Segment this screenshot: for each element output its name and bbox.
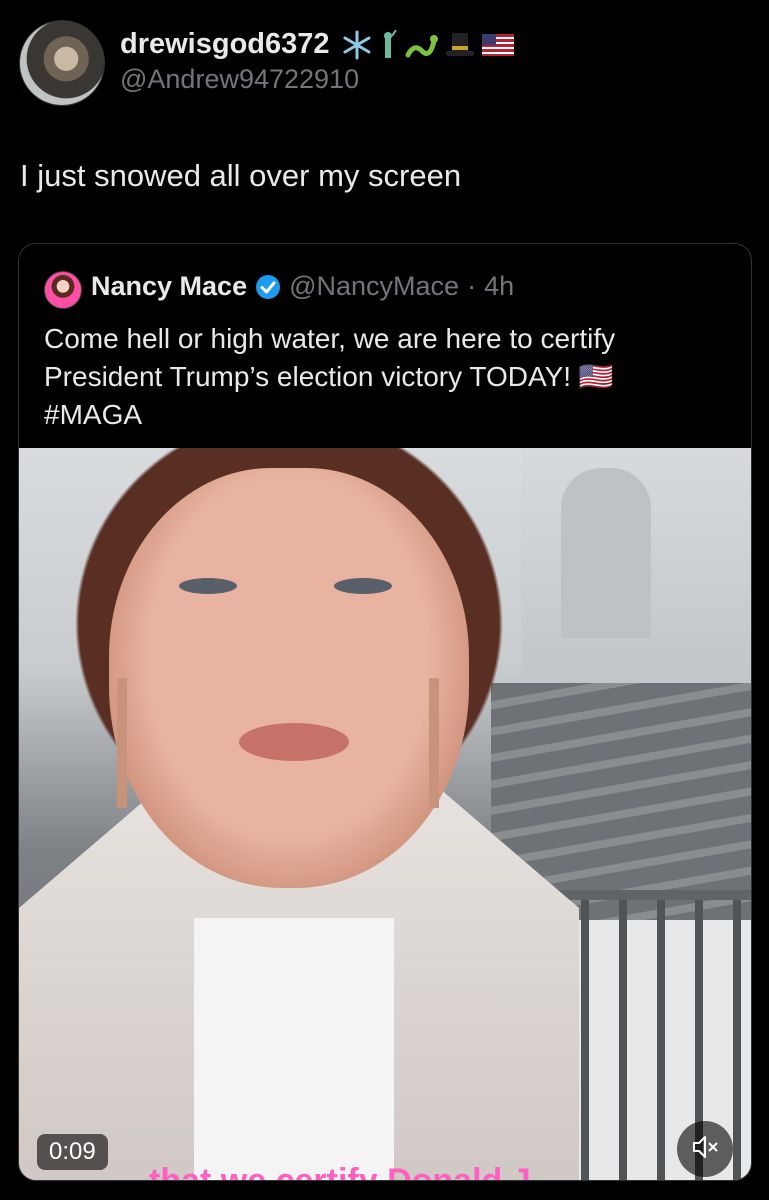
video-timer: 0:09: [37, 1134, 108, 1170]
quoted-text-line-1: Come hell or high water, we are here to …: [44, 323, 616, 354]
snowflake-icon: [342, 30, 372, 60]
mute-button[interactable]: [677, 1121, 733, 1177]
us-flag-icon: [481, 33, 514, 56]
quoted-tweet-time[interactable]: 4h: [484, 271, 514, 302]
author-avatar[interactable]: [19, 20, 105, 106]
verified-badge-icon: [255, 274, 281, 300]
video-capitol-building: [561, 468, 651, 638]
video-right-eye: [334, 578, 392, 594]
quoted-author-name[interactable]: Nancy Mace: [91, 271, 247, 302]
statue-of-liberty-icon: [378, 29, 398, 60]
snake-icon: [404, 31, 438, 59]
author-handle[interactable]: @Andrew94722910: [120, 64, 359, 95]
video-right-earring: [429, 678, 439, 808]
video-player[interactable]: 0:09 that we certify Donald J: [19, 448, 751, 1180]
video-left-earring: [117, 678, 127, 808]
video-caption: that we certify Donald J: [149, 1162, 531, 1180]
quoted-tweet-card[interactable]: Nancy Mace @NancyMace · 4h Come hell or …: [18, 243, 752, 1181]
author-name[interactable]: drewisgod6372: [120, 28, 330, 61]
quoted-tweet-header: Nancy Mace @NancyMace · 4h: [91, 271, 514, 302]
quoted-author-handle[interactable]: @NancyMace: [289, 271, 459, 302]
video-mouth: [239, 723, 349, 761]
video-left-eye: [179, 578, 237, 594]
quoted-text-line-2: President Trump’s election victory TODAY…: [44, 361, 614, 392]
speaker-muted-icon: [690, 1132, 720, 1167]
hashtag-maga[interactable]: #MAGA: [44, 399, 142, 430]
video-person-shirt: [194, 918, 394, 1180]
video-person-face: [109, 468, 469, 888]
separator-dot: ·: [467, 271, 477, 301]
quoted-author-avatar[interactable]: [44, 271, 82, 309]
top-hat-icon: [444, 31, 476, 59]
tweet-text: I just snowed all over my screen: [20, 158, 462, 193]
author-name-row[interactable]: drewisgod6372: [120, 28, 514, 61]
quoted-tweet-text: Come hell or high water, we are here to …: [44, 320, 734, 434]
author-emojis: [342, 29, 514, 60]
